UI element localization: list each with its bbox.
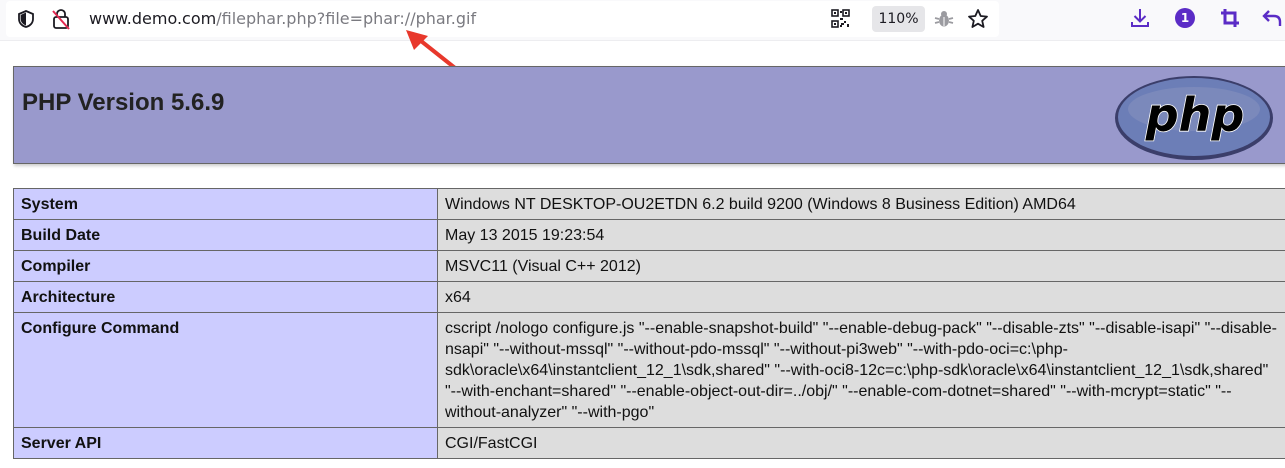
url-path: /filephar.php?file=phar://phar.gif xyxy=(216,9,477,28)
row-key: Configure Command xyxy=(13,312,438,428)
row-value: CGI/FastCGI xyxy=(437,427,1285,459)
table-row: System Windows NT DESKTOP-OU2ETDN 6.2 bui… xyxy=(13,188,1285,220)
row-key: Server API xyxy=(13,427,438,459)
browser-toolbar: www.demo.com/filephar.php?file=phar://ph… xyxy=(0,0,1285,40)
table-row: Compiler MSVC11 (Visual C++ 2012) xyxy=(13,250,1285,282)
php-logo[interactable]: php xyxy=(1114,75,1274,161)
row-value: cscript /nologo configure.js "--enable-s… xyxy=(437,312,1285,428)
row-value: May 13 2015 19:23:54 xyxy=(437,219,1285,251)
page-title: PHP Version 5.6.9 xyxy=(22,89,225,116)
row-value: MSVC11 (Visual C++ 2012) xyxy=(437,250,1285,282)
address-bar[interactable]: www.demo.com/filephar.php?file=phar://ph… xyxy=(6,1,999,37)
download-icon[interactable] xyxy=(1129,7,1151,29)
row-key: Build Date xyxy=(13,219,438,251)
toolbar-divider xyxy=(0,40,1285,41)
row-value: x64 xyxy=(437,281,1285,313)
star-icon[interactable] xyxy=(967,8,989,30)
php-version-header: PHP Version 5.6.9 php xyxy=(13,66,1285,164)
table-row: Configure Command cscript /nologo configu… xyxy=(13,312,1285,428)
row-key: System xyxy=(13,188,438,220)
table-row: Server API CGI/FastCGI xyxy=(13,427,1285,459)
table-row: Architecture x64 xyxy=(13,281,1285,313)
row-value: Windows NT DESKTOP-OU2ETDN 6.2 build 920… xyxy=(437,188,1285,220)
url-host: www.demo.com xyxy=(89,9,217,28)
extension-badge[interactable]: 1 xyxy=(1175,8,1195,28)
undo-icon[interactable] xyxy=(1261,7,1283,29)
broken-lock-icon[interactable] xyxy=(51,8,71,30)
bug-icon[interactable] xyxy=(934,9,954,29)
zoom-level-button[interactable]: 110% xyxy=(872,6,925,32)
row-key: Compiler xyxy=(13,250,438,282)
phpinfo-table: System Windows NT DESKTOP-OU2ETDN 6.2 bui… xyxy=(13,188,1285,459)
shield-icon[interactable] xyxy=(16,9,36,29)
table-row: Build Date May 13 2015 19:23:54 xyxy=(13,219,1285,251)
row-key: Architecture xyxy=(13,281,438,313)
qr-code-icon[interactable] xyxy=(831,9,850,28)
crop-icon[interactable] xyxy=(1219,7,1241,29)
php-logo-text: php xyxy=(1145,88,1245,142)
